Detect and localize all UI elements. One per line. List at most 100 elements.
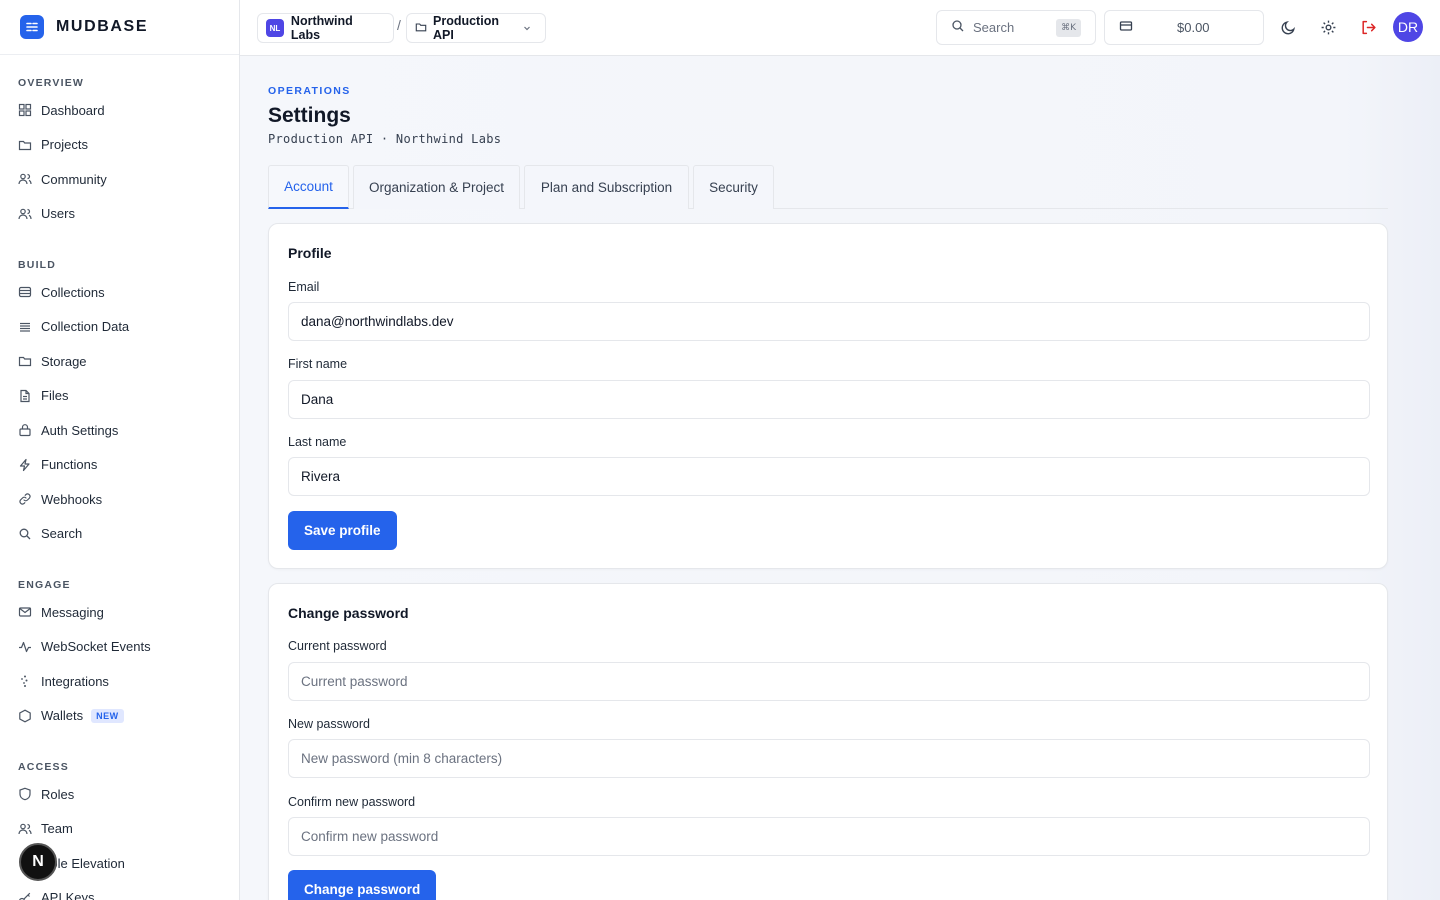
search-button[interactable]: Search ⌘K bbox=[936, 10, 1096, 45]
email-field[interactable] bbox=[288, 302, 1370, 341]
sidebar-item-label: Storage bbox=[41, 353, 87, 369]
sidebar-item-messaging[interactable]: Messaging bbox=[0, 595, 239, 630]
confirm-password-field[interactable] bbox=[288, 817, 1370, 856]
sidebar-item-functions[interactable]: Functions bbox=[0, 448, 239, 483]
moon-icon[interactable] bbox=[1277, 16, 1299, 38]
sidebar-item-collections[interactable]: Collections bbox=[0, 275, 239, 310]
topbar: NL Northwind Labs / Production API Searc… bbox=[240, 0, 1440, 56]
mail-icon bbox=[18, 605, 32, 619]
sidebar-item-webhooks[interactable]: Webhooks bbox=[0, 482, 239, 517]
users-icon bbox=[18, 822, 32, 836]
sidebar-item-dashboard[interactable]: Dashboard bbox=[0, 93, 239, 128]
change-password-card: Change password Current password New pas… bbox=[268, 583, 1388, 900]
page-subtitle: Production API · Northwind Labs bbox=[268, 132, 502, 146]
folder-icon bbox=[415, 21, 433, 36]
org-name: Northwind Labs bbox=[290, 14, 353, 42]
logout-icon[interactable] bbox=[1357, 16, 1379, 38]
confirm-password-label: Confirm new password bbox=[288, 795, 416, 809]
sidebar-item-label: Integrations bbox=[41, 673, 109, 689]
save-profile-button[interactable]: Save profile bbox=[288, 511, 397, 550]
hexagon-icon bbox=[18, 709, 32, 723]
project-switcher[interactable]: Production API bbox=[406, 13, 546, 43]
tab-account[interactable]: Account bbox=[268, 165, 349, 209]
last-name-label: Last name bbox=[288, 435, 347, 449]
file-icon bbox=[18, 389, 32, 403]
nav-section-build: BUILD bbox=[18, 259, 57, 271]
sidebar-item-search[interactable]: Search bbox=[0, 517, 239, 552]
org-switcher[interactable]: NL Northwind Labs bbox=[257, 13, 394, 43]
bolt-icon bbox=[18, 458, 32, 472]
sidebar-item-label: API Keys bbox=[41, 890, 95, 900]
brand-name: MUDBASE bbox=[56, 18, 149, 35]
breadcrumb-separator: / bbox=[397, 17, 401, 33]
sidebar-item-label: Search bbox=[41, 526, 83, 542]
sparkle-icon bbox=[18, 674, 32, 688]
sidebar-item-roles[interactable]: Roles bbox=[0, 777, 239, 812]
database-icon bbox=[18, 285, 32, 299]
tab-plan-subscription[interactable]: Plan and Subscription bbox=[524, 165, 689, 209]
sidebar-item-label: Messaging bbox=[41, 604, 104, 620]
sidebar-item-label: Roles bbox=[41, 786, 75, 802]
sidebar-nav: OVERVIEW Dashboard Projects Community Us… bbox=[0, 55, 239, 900]
balance-button[interactable]: $0.00 bbox=[1104, 10, 1264, 45]
main-content: OPERATIONS Settings Production API · Nor… bbox=[240, 56, 1440, 900]
search-shortcut: ⌘K bbox=[1056, 19, 1081, 37]
search-label: Search bbox=[973, 20, 1015, 35]
folder-icon bbox=[18, 354, 32, 368]
first-name-field[interactable] bbox=[288, 380, 1370, 419]
sidebar-item-users[interactable]: Users bbox=[0, 197, 239, 232]
nav-section-access: ACCESS bbox=[18, 761, 69, 773]
balance-value: $0.00 bbox=[1177, 20, 1210, 35]
current-password-field[interactable] bbox=[288, 662, 1370, 701]
sidebar-item-label: Users bbox=[41, 206, 75, 222]
sidebar-item-collection-data[interactable]: Collection Data bbox=[0, 310, 239, 345]
credit-card-icon bbox=[1119, 19, 1133, 36]
first-name-label: First name bbox=[288, 357, 348, 371]
page-title: Settings bbox=[268, 104, 351, 127]
change-password-button[interactable]: Change password bbox=[288, 870, 437, 900]
sidebar-item-label: Team bbox=[41, 821, 73, 837]
change-password-title: Change password bbox=[288, 605, 409, 621]
page-eyebrow: OPERATIONS bbox=[268, 85, 351, 97]
sidebar-item-label: Auth Settings bbox=[41, 422, 119, 438]
sidebar-item-community[interactable]: Community bbox=[0, 162, 239, 197]
tab-organization-project[interactable]: Organization & Project bbox=[353, 165, 520, 209]
sidebar: MUDBASE OVERVIEW Dashboard Projects Comm… bbox=[0, 0, 240, 900]
shield-icon bbox=[18, 787, 32, 801]
sidebar-item-label: WebSocket Events bbox=[41, 639, 151, 655]
sidebar-item-label: Collection Data bbox=[41, 319, 130, 335]
search-icon bbox=[18, 527, 32, 541]
sidebar-item-team[interactable]: Team bbox=[0, 812, 239, 847]
grid-icon bbox=[18, 103, 32, 117]
list-icon bbox=[18, 320, 32, 334]
search-icon bbox=[951, 19, 973, 36]
sidebar-item-label: Files bbox=[41, 388, 69, 404]
sidebar-item-label: Functions bbox=[41, 457, 98, 473]
link-icon bbox=[18, 492, 32, 506]
current-password-label: Current password bbox=[288, 639, 387, 653]
new-badge: NEW bbox=[91, 708, 124, 723]
lock-icon bbox=[18, 423, 32, 437]
gear-icon[interactable] bbox=[1317, 16, 1339, 38]
sidebar-item-api-keys[interactable]: API Keys bbox=[0, 881, 239, 900]
sidebar-item-auth-settings[interactable]: Auth Settings bbox=[0, 413, 239, 448]
floating-assistant-button[interactable]: N bbox=[19, 843, 57, 881]
sidebar-item-projects[interactable]: Projects bbox=[0, 128, 239, 163]
new-password-field[interactable] bbox=[288, 739, 1370, 778]
brand[interactable]: MUDBASE bbox=[0, 0, 239, 55]
sidebar-item-integrations[interactable]: Integrations bbox=[0, 664, 239, 699]
profile-title: Profile bbox=[288, 245, 332, 261]
sidebar-item-storage[interactable]: Storage bbox=[0, 344, 239, 379]
tab-security[interactable]: Security bbox=[693, 165, 774, 209]
last-name-field[interactable] bbox=[288, 457, 1370, 496]
nav-section-overview: OVERVIEW bbox=[18, 77, 85, 89]
activity-icon bbox=[18, 640, 32, 654]
sidebar-item-websocket-events[interactable]: WebSocket Events bbox=[0, 630, 239, 665]
sidebar-item-wallets[interactable]: Wallets NEW bbox=[0, 699, 239, 734]
profile-card: Profile Email First name Last name Save … bbox=[268, 223, 1388, 569]
nav-section-engage: ENGAGE bbox=[18, 579, 71, 591]
chevron-down-icon bbox=[523, 21, 537, 35]
folder-icon bbox=[18, 138, 32, 152]
user-avatar[interactable]: DR bbox=[1393, 12, 1423, 42]
sidebar-item-files[interactable]: Files bbox=[0, 379, 239, 414]
